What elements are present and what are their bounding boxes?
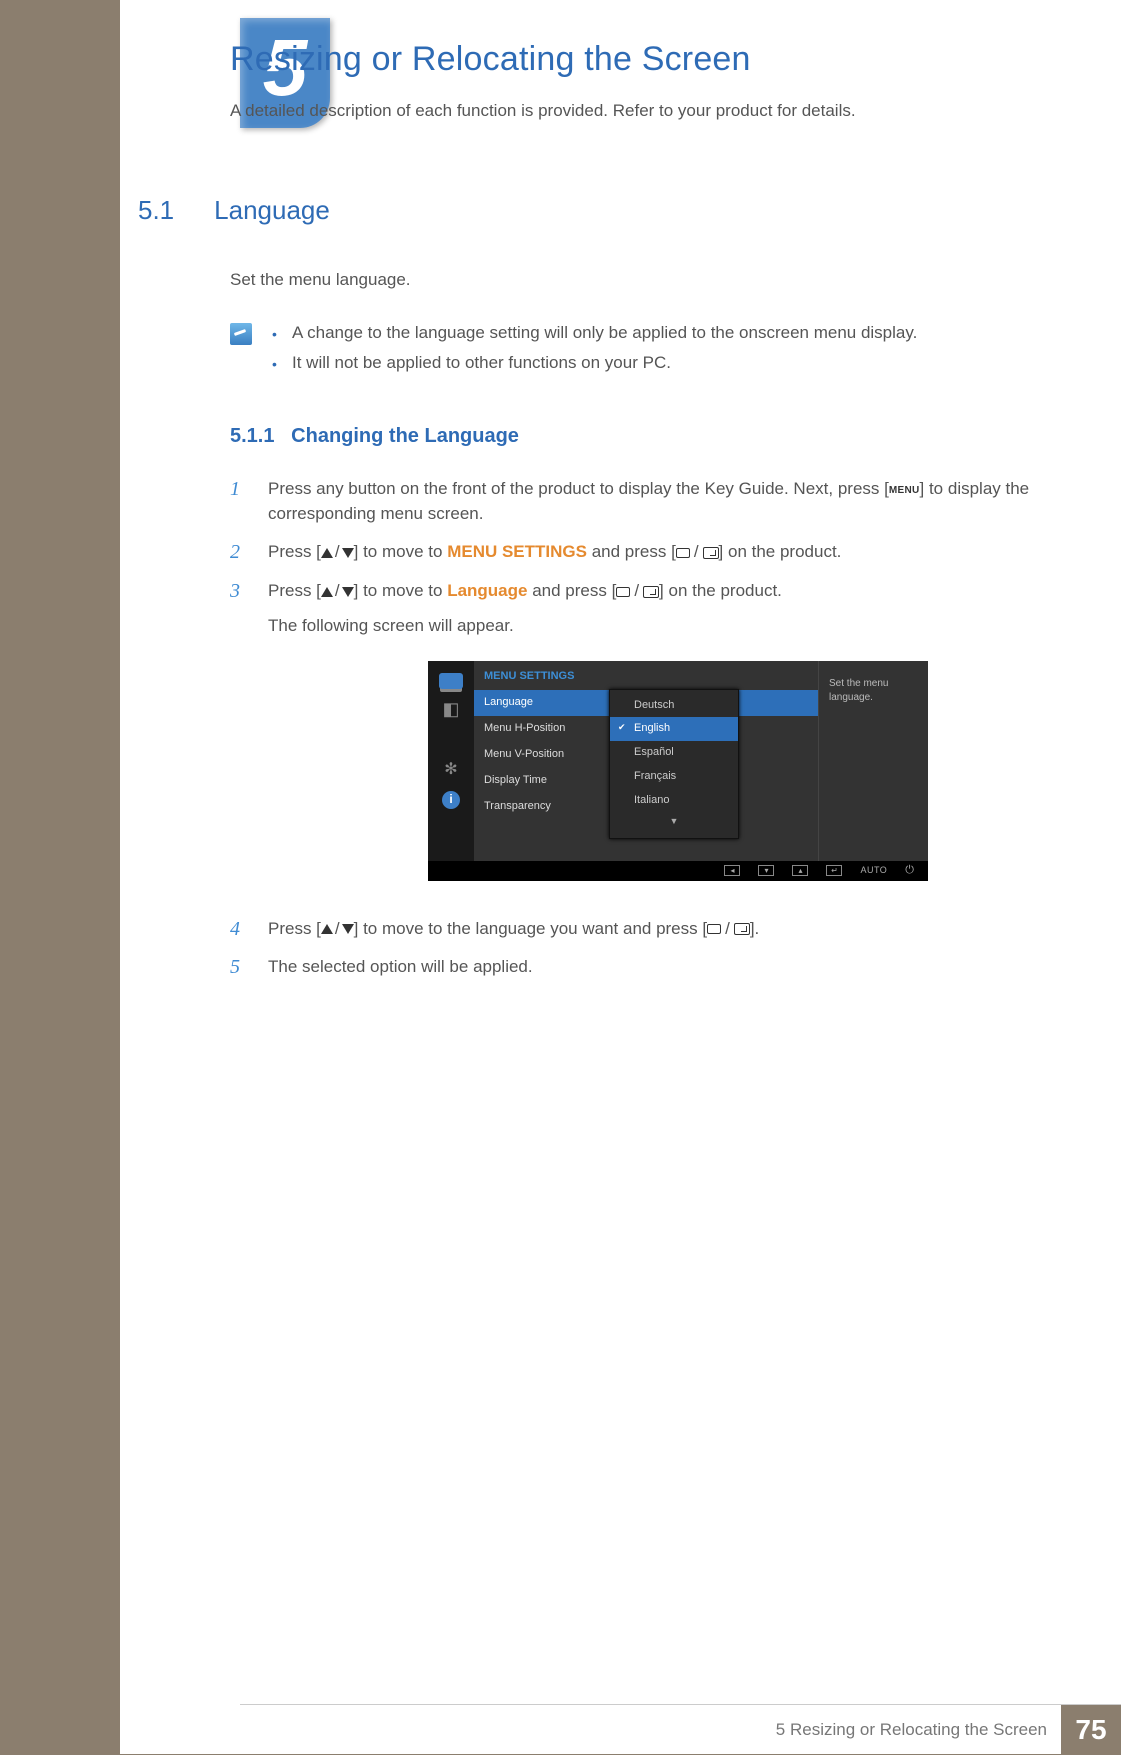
- section-title: Language: [214, 195, 330, 226]
- step-3: 3 Press [/] to move to Language and pres…: [230, 579, 1060, 902]
- chapter-title: Resizing or Relocating the Screen: [230, 40, 1060, 79]
- step-text: Press [: [268, 581, 321, 600]
- page-number: 75: [1061, 1705, 1121, 1755]
- osd-language-option-selected: English: [610, 717, 738, 741]
- osd-enter-icon: ↵: [826, 865, 842, 876]
- page-footer: 5 Resizing or Relocating the Screen 75: [240, 1704, 1121, 1754]
- footer-chapter-title: 5 Resizing or Relocating the Screen: [776, 1720, 1047, 1740]
- subsection-number: 5.1.1: [230, 425, 274, 447]
- step-text: ] to move to the language you want and p…: [354, 919, 707, 938]
- note-box: A change to the language setting will on…: [230, 321, 1060, 382]
- steps-list: 1 Press any button on the front of the p…: [230, 477, 1060, 980]
- step-number: 3: [230, 579, 248, 603]
- step-text: ] to move to: [354, 542, 448, 561]
- osd-nav-up-icon: ▴: [792, 865, 808, 876]
- body-content: Set the menu language. A change to the l…: [230, 268, 1060, 994]
- osd-header: MENU SETTINGS: [474, 669, 818, 691]
- step-text: The selected option will be applied.: [268, 955, 1060, 980]
- note-item: A change to the language setting will on…: [292, 321, 917, 346]
- step-1: 1 Press any button on the front of the p…: [230, 477, 1060, 526]
- step-text: ] to move to: [354, 581, 448, 600]
- step-5: 5 The selected option will be applied.: [230, 955, 1060, 980]
- step-number: 1: [230, 477, 248, 501]
- up-arrow-icon: [321, 587, 333, 597]
- up-arrow-icon: [321, 924, 333, 934]
- step-number: 5: [230, 955, 248, 979]
- osd-language-option: Italiano: [610, 789, 738, 813]
- chapter-header: Resizing or Relocating the Screen A deta…: [230, 40, 1060, 121]
- up-arrow-icon: [321, 548, 333, 558]
- osd-power-icon: [905, 863, 914, 879]
- highlight-menu-settings: MENU SETTINGS: [447, 542, 587, 561]
- chapter-subtitle: A detailed description of each function …: [230, 101, 1060, 121]
- enter-icon: [703, 547, 719, 559]
- osd-auto-label: AUTO: [860, 864, 887, 877]
- osd-tab-resize-icon: [442, 731, 460, 749]
- note-item: It will not be applied to other function…: [292, 351, 917, 376]
- section-number: 5.1: [138, 195, 174, 226]
- step-2: 2 Press [/] to move to MENU SETTINGS and…: [230, 540, 1060, 565]
- section-heading: 5.1 Language: [138, 195, 330, 226]
- step-text: and press [: [587, 542, 676, 561]
- osd-footer-bar: ◂ ▾ ▴ ↵ AUTO: [428, 861, 928, 881]
- osd-tab-info-icon: [442, 791, 460, 809]
- osd-language-submenu: Deutsch English Español Français Italian…: [609, 689, 739, 840]
- step-text: ] on the product.: [659, 581, 782, 600]
- subsection-title: Changing the Language: [291, 425, 519, 447]
- page: 5 Resizing or Relocating the Screen A de…: [120, 0, 1121, 1754]
- osd-screenshot: MENU SETTINGS Language Menu H-Position M…: [428, 661, 928, 881]
- osd-nav-down-icon: ▾: [758, 865, 774, 876]
- osd-sidebar: [428, 661, 474, 861]
- step-text: Press [: [268, 542, 321, 561]
- osd-tab-picture-icon: [438, 699, 464, 721]
- source-icon: [676, 548, 690, 558]
- step-text: Press [: [268, 919, 321, 938]
- note-list: A change to the language setting will on…: [272, 321, 917, 382]
- osd-tab-monitor-icon: [439, 673, 463, 689]
- source-icon: [707, 924, 721, 934]
- step-text: ] on the product.: [719, 542, 842, 561]
- step-number: 2: [230, 540, 248, 564]
- osd-tab-settings-icon: [438, 759, 464, 781]
- enter-icon: [643, 586, 659, 598]
- note-icon: [230, 323, 252, 345]
- section-intro: Set the menu language.: [230, 268, 1060, 293]
- menu-button-glyph: MENU: [889, 484, 920, 499]
- step-subtext: The following screen will appear.: [268, 614, 1060, 639]
- down-arrow-icon: [342, 587, 354, 597]
- osd-nav-left-icon: ◂: [724, 865, 740, 876]
- enter-icon: [734, 923, 750, 935]
- osd-language-option: Deutsch: [610, 694, 738, 718]
- down-arrow-icon: [342, 924, 354, 934]
- osd-language-option: Español: [610, 741, 738, 765]
- step-4: 4 Press [/] to move to the language you …: [230, 917, 1060, 942]
- osd-scroll-down-icon: ▼: [610, 815, 738, 828]
- step-text: Press any button on the front of the pro…: [268, 479, 889, 498]
- highlight-language: Language: [447, 581, 527, 600]
- source-icon: [616, 587, 630, 597]
- osd-main-panel: MENU SETTINGS Language Menu H-Position M…: [474, 661, 818, 861]
- step-number: 4: [230, 917, 248, 941]
- osd-language-option: Français: [610, 765, 738, 789]
- osd-description: Set the menu language.: [818, 661, 928, 861]
- step-text: and press [: [527, 581, 616, 600]
- down-arrow-icon: [342, 548, 354, 558]
- subsection-heading: 5.1.1 Changing the Language: [230, 422, 1060, 451]
- step-text: ].: [750, 919, 759, 938]
